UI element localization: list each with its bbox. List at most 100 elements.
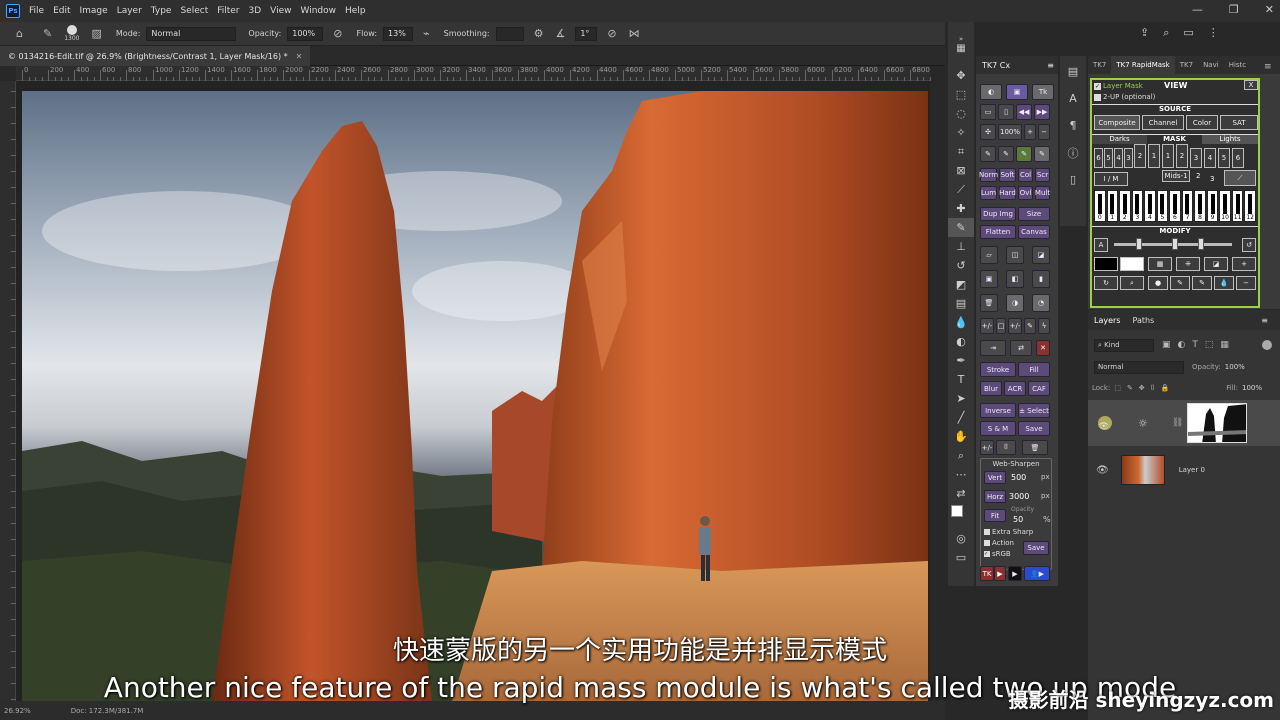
character-icon[interactable]: A <box>1060 89 1086 108</box>
zone-button[interactable]: 6 <box>1169 190 1181 222</box>
layer-mask-option[interactable]: ✓ Layer Mask <box>1094 82 1143 90</box>
eyedropper-button[interactable]: ⟋ <box>1224 170 1256 186</box>
zoom-100-button[interactable]: 100% <box>998 124 1022 140</box>
mids-3-label[interactable]: 3 <box>1210 175 1214 183</box>
tk-icon-3[interactable]: Tk <box>1032 84 1054 100</box>
lights-5-button[interactable]: 5 <box>1218 148 1230 168</box>
filter-toggle-icon[interactable] <box>1262 340 1272 350</box>
mid-dark-1-button[interactable]: 1 <box>1148 144 1160 168</box>
menu-type[interactable]: Type <box>151 6 172 16</box>
darks-3-button[interactable]: 3 <box>1124 148 1133 168</box>
plus-minus-button-2[interactable]: +/- <box>1008 318 1022 334</box>
extra-sharp-option[interactable]: Extra Sharp <box>984 528 1033 536</box>
mid-light-1-button[interactable]: 1 <box>1162 144 1174 168</box>
s-and-m-button[interactable]: S & M <box>980 421 1016 436</box>
collapse-icon[interactable]: » <box>959 35 963 43</box>
zone-button[interactable]: 7 <box>1181 190 1194 222</box>
panel-menu-icon[interactable]: ≡ <box>1047 61 1054 70</box>
frame-tool-icon[interactable]: ⊠ <box>948 161 974 180</box>
blend-hard-button[interactable]: Hard <box>999 186 1016 200</box>
modify-a-button[interactable]: A <box>1094 238 1108 252</box>
darks-4-button[interactable]: 4 <box>1114 148 1123 168</box>
close-red-icon[interactable]: ✕ <box>1036 340 1050 356</box>
canvas-area[interactable] <box>16 81 930 701</box>
white-fill-button[interactable] <box>1120 257 1144 271</box>
maximize-icon[interactable]: ❐ <box>1229 3 1239 16</box>
zoom-icon[interactable]: ⌕ <box>1120 276 1144 290</box>
zoom-level[interactable]: 26.92% <box>4 707 31 715</box>
bracket-icon[interactable]: ⌷ <box>996 440 1016 455</box>
menu-file[interactable]: File <box>29 6 44 16</box>
lights-6-button[interactable]: 6 <box>1232 148 1244 168</box>
acr-button[interactable]: ACR <box>1004 381 1026 396</box>
kind-filter[interactable]: ⌕ Kind <box>1094 338 1154 352</box>
color-swatches[interactable] <box>948 503 974 529</box>
source-composite-button[interactable]: Composite <box>1094 115 1140 130</box>
layer-mask-thumbnail[interactable] <box>1187 403 1248 443</box>
zone-button[interactable]: 3 <box>1131 190 1144 222</box>
info-icon[interactable]: ⓘ <box>1060 143 1086 162</box>
brush-preset-picker[interactable]: 1300 <box>64 25 79 42</box>
tab-tk7[interactable]: TK7 <box>1088 61 1111 69</box>
checkbox-checked-icon[interactable]: ✓ <box>984 551 990 557</box>
blend-mult-button[interactable]: Mult <box>1035 186 1050 200</box>
zone-button[interactable]: 10 <box>1219 190 1231 222</box>
zone-button[interactable]: 0 <box>1094 190 1106 222</box>
menu-layer[interactable]: Layer <box>117 6 142 16</box>
tab-paths[interactable]: Paths <box>1126 316 1160 325</box>
screen-mode-icon[interactable]: ▭ <box>948 548 974 567</box>
mids-1-button[interactable]: Mids-1 <box>1162 170 1190 182</box>
brush-tool-icon[interactable]: ✎ <box>43 27 52 40</box>
visibility-eye-icon[interactable]: 👁 <box>1096 465 1109 476</box>
blend-col-button[interactable]: Col <box>1018 168 1033 182</box>
blur-tool-icon[interactable]: 💧 <box>948 313 974 332</box>
square-icon[interactable]: □ <box>996 318 1006 334</box>
toolbar-extra-icon[interactable]: ▦ <box>956 43 965 54</box>
modify-slider-handle-1[interactable] <box>1136 238 1142 250</box>
menu-window[interactable]: Window <box>301 6 337 16</box>
close-icon[interactable]: ✕ <box>1265 3 1274 16</box>
open-icon[interactable]: ▭ <box>980 104 996 120</box>
chain-link-icon[interactable]: ⛓ <box>1172 418 1183 428</box>
menu-edit[interactable]: Edit <box>53 6 70 16</box>
action-option[interactable]: Action <box>984 539 1014 547</box>
crop-tool-icon[interactable]: ⌗ <box>948 142 974 161</box>
pressure-size-icon[interactable]: ⊘ <box>607 27 616 40</box>
web-save-button[interactable]: Save <box>1023 541 1049 555</box>
blend-soft-button[interactable]: Soft <box>999 168 1016 182</box>
modify-slider-handle-2[interactable] <box>1172 238 1178 250</box>
mode-select[interactable]: Normal <box>146 26 237 41</box>
eyedropper-tool-icon[interactable]: ⟋ <box>948 180 974 199</box>
im-button[interactable]: I / M <box>1094 172 1128 186</box>
pattern-icon[interactable]: ▦ <box>1148 257 1172 271</box>
foreground-color[interactable] <box>951 505 963 517</box>
zoom-tool-icon[interactable]: ⌕ <box>948 446 974 465</box>
layer-icon-7[interactable]: ◑ <box>1006 294 1024 312</box>
share-icon[interactable]: ⇪ <box>1140 26 1149 40</box>
menu-3d[interactable]: 3D <box>249 6 262 16</box>
zone-button[interactable]: 8 <box>1194 190 1206 222</box>
blend-mode-select[interactable]: Normal <box>1094 360 1184 374</box>
layer-row-brightness-contrast[interactable]: ☼ ⛓ <box>1088 400 1280 446</box>
quick-select-tool-icon[interactable]: ✧ <box>948 123 974 142</box>
checkbox-checked-icon[interactable]: ✓ <box>1094 82 1101 90</box>
more-tools-icon[interactable]: ⋯ <box>948 465 974 484</box>
move-tool-icon[interactable]: ✥ <box>948 66 974 85</box>
tab-tk7-rapidmask[interactable]: TK7 RapidMask <box>1111 56 1175 74</box>
blend-ovl-button[interactable]: Ovl <box>1018 186 1033 200</box>
two-up-option[interactable]: 2-UP (optional) <box>1094 93 1155 101</box>
inverse-button[interactable]: Inverse <box>980 403 1016 418</box>
tk-icon-2[interactable]: ▣ <box>1006 84 1028 100</box>
tab-layers[interactable]: Layers <box>1088 316 1126 325</box>
caf-button[interactable]: CAF <box>1028 381 1050 396</box>
vert-value[interactable]: 500 <box>1011 473 1026 482</box>
stamp-tool-icon[interactable]: ⊥ <box>948 237 974 256</box>
brush-settings-icon[interactable]: ▨ <box>91 27 101 40</box>
angle-icon[interactable]: ∡ <box>555 27 565 40</box>
notes-icon[interactable]: ▯ <box>1060 170 1086 189</box>
forward-icon[interactable]: ▶▶ <box>1034 104 1050 120</box>
black-fill-button[interactable] <box>1094 257 1118 271</box>
rewind-icon[interactable]: ◀◀ <box>1016 104 1032 120</box>
hand-tool-icon[interactable]: ✋ <box>948 427 974 446</box>
opacity-value[interactable]: 100% <box>1225 363 1245 371</box>
